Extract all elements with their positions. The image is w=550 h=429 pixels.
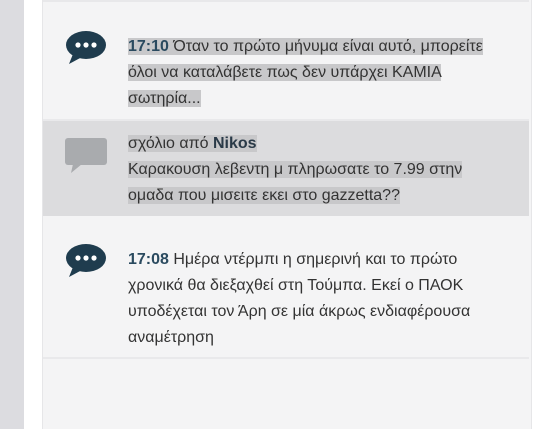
right-gutter	[532, 0, 550, 429]
entry-time: 17:08	[128, 251, 169, 268]
entry-time: 17:10	[128, 38, 169, 55]
comment-author: Nikos	[212, 135, 257, 152]
chat-bubble-dots-icon	[65, 243, 107, 284]
feed-entry-live: 17:08 Ημέρα ντέρμπι η σημερινή και το πρ…	[43, 216, 529, 359]
page-gutter	[24, 0, 42, 429]
comment-body: Καρακουση λεβεντη μ πληρωσατε το 7.99 στ…	[128, 161, 463, 204]
comment-bubble-icon	[65, 138, 107, 179]
entry-body: Ημέρα ντέρμπι η σημερινή και το πρώτο χρ…	[128, 251, 471, 346]
comment-text: σχόλιο από Nikos Καρακουση λεβεντη μ πληρ…	[128, 131, 500, 209]
comment-prefix: σχόλιο από	[128, 135, 209, 152]
entry-highlight: 17:10 Όταν το πρώτο μήνυμα είναι αυτό, μ…	[128, 38, 483, 107]
feed-entry-live: 17:10 Όταν το πρώτο μήνυμα είναι αυτό, μ…	[43, 2, 529, 121]
chat-bubble-dots-icon	[65, 30, 107, 71]
left-sidebar-rail	[0, 0, 24, 429]
live-feed: 17:10 Όταν το πρώτο μήνυμα είναι αυτό, μ…	[42, 0, 532, 429]
feed-entry-text: 17:10 Όταν το πρώτο μήνυμα είναι αυτό, μ…	[128, 34, 500, 112]
feed-entry-comment: σχόλιο από Nikos Καρακουση λεβεντη μ πληρ…	[43, 121, 529, 216]
feed-entry-text: 17:08 Ημέρα ντέρμπι η σημερινή και το πρ…	[128, 247, 500, 351]
entry-body: Όταν το πρώτο μήνυμα είναι αυτό, μπορείτ…	[128, 38, 483, 107]
comment-highlight: σχόλιο από Nikos Καρακουση λεβεντη μ πληρ…	[128, 135, 463, 204]
